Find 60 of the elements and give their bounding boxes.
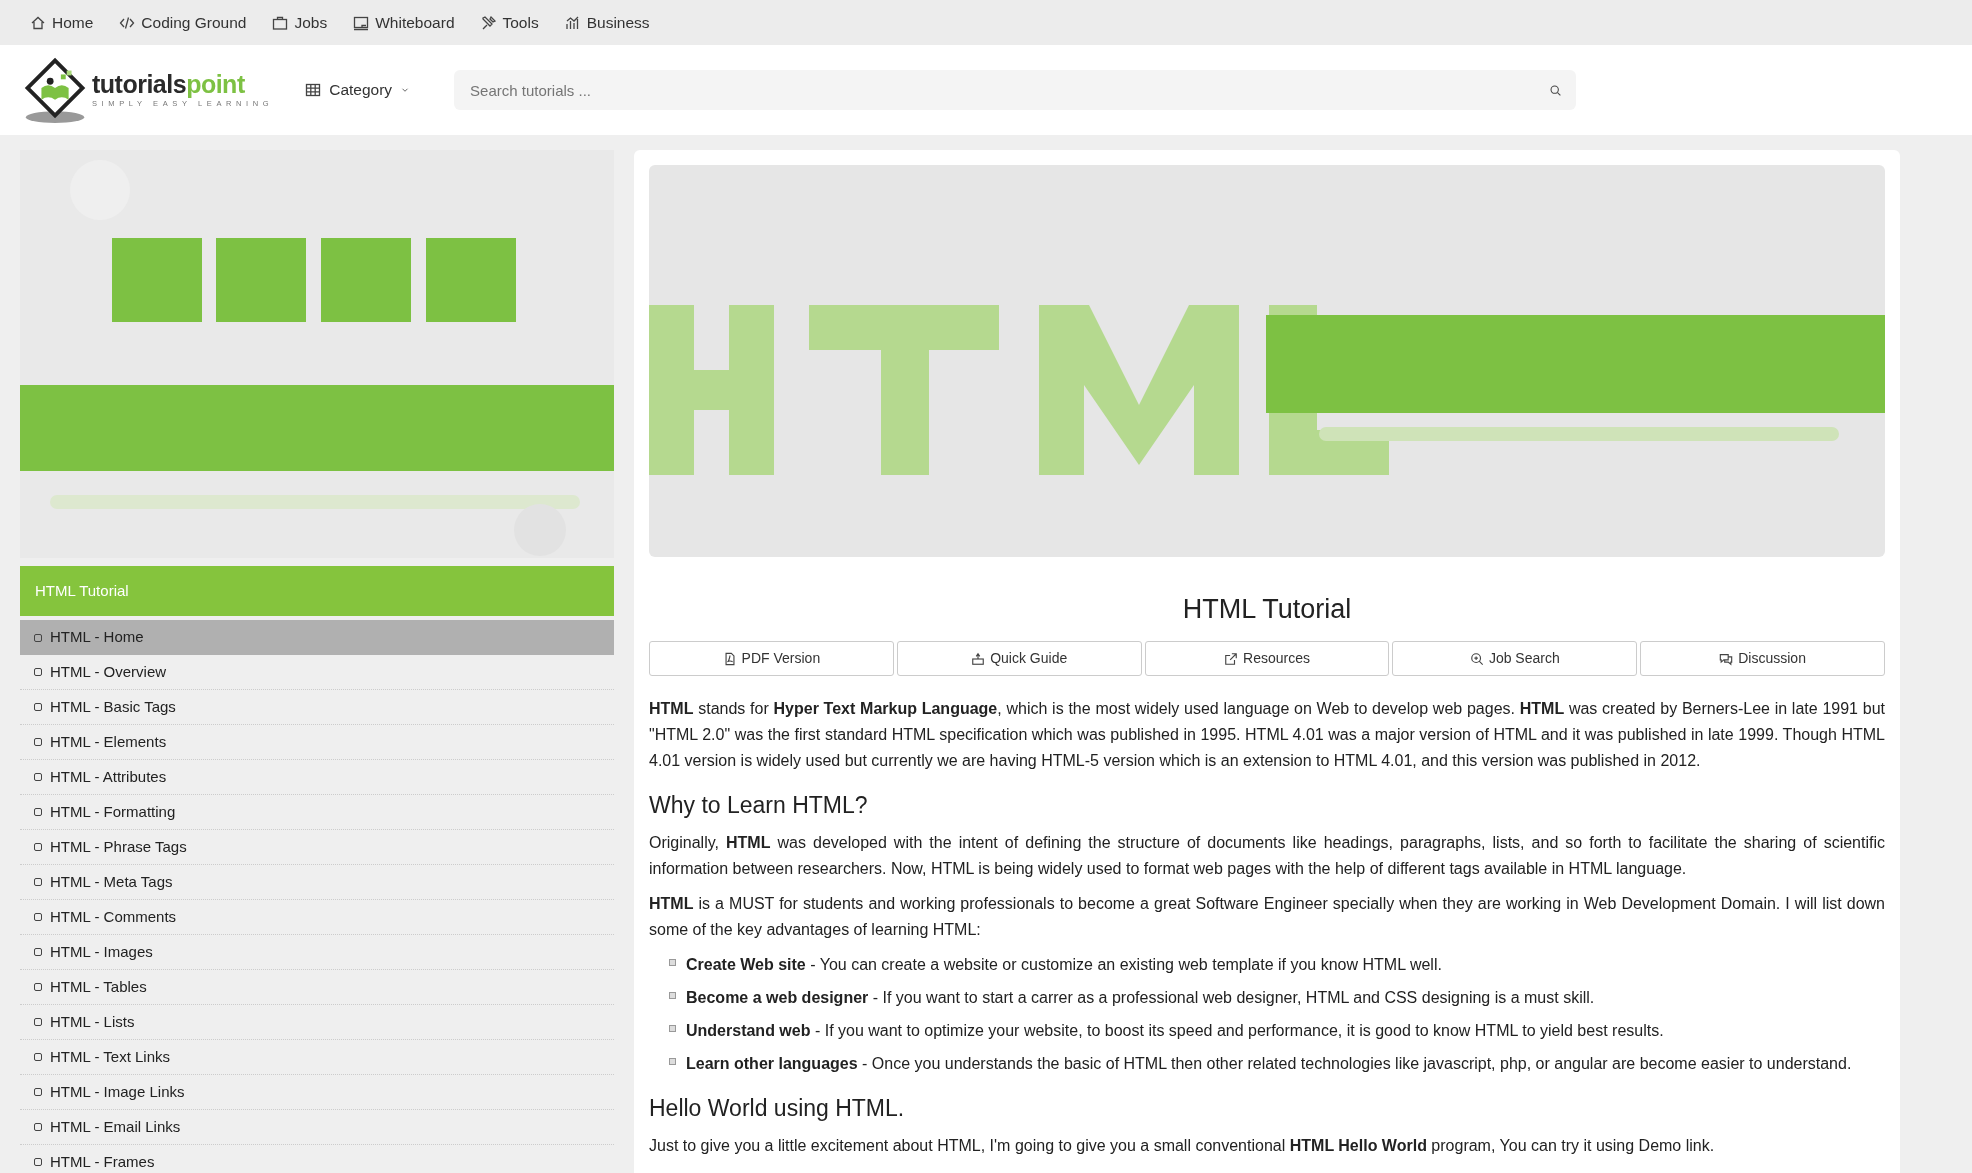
nav-link[interactable]: Whiteboard xyxy=(353,10,455,35)
bullet-icon xyxy=(34,1088,42,1096)
document-icon xyxy=(722,651,737,666)
bullet-icon xyxy=(34,913,42,921)
external-link-icon xyxy=(1224,651,1239,666)
page-title: HTML Tutorial xyxy=(1181,593,1353,626)
bullet-icon xyxy=(34,738,42,746)
bullet-icon xyxy=(669,1058,676,1065)
list-item: Become a web designer - If you want to start a carrer as a professional web designer, HTML and CSS designing is a must skill. xyxy=(686,988,1595,1008)
bullet-icon xyxy=(34,1053,42,1061)
tool-button[interactable]: Quick Guide xyxy=(896,641,1142,677)
bullet-icon xyxy=(34,773,42,781)
nav-link[interactable]: Business xyxy=(564,10,650,35)
sidebar-title: HTML Tutorial xyxy=(20,566,614,616)
tool-button[interactable]: Resources xyxy=(1144,641,1390,677)
tool-button[interactable]: Job Search xyxy=(1392,641,1638,677)
bullet-icon xyxy=(34,878,42,886)
chart-icon xyxy=(564,14,581,31)
bullet-icon xyxy=(34,703,42,711)
bullet-icon xyxy=(34,1123,42,1131)
search-icon xyxy=(1549,84,1563,97)
bullet-icon xyxy=(669,959,676,966)
sidebar-item[interactable]: HTML - Home xyxy=(20,620,614,655)
paragraph: HTML stands for Hyper Text Markup Language, which is the most widely used language on Web to develop web pages. HTML was created by Berners-Lee in late 1991 but "HTML 2.0" was the first standard HTML specification which was published in 1995. HTML 4.01 was a major version of HTML and it was published in late 1999. Though HTML 4.01 version is widely used but currently we are having HTML-5 version which is an extension to HTML 4.01, and this version was published in 2012. xyxy=(649,699,1885,772)
bullet-icon xyxy=(34,948,42,956)
paragraph: HTML is a MUST for students and working professionals to become a great Software Engineer specially when they are working in Web Development Domain. I will list down some of the key advantages of learning HTML: xyxy=(649,894,1885,940)
code-icon xyxy=(119,14,136,31)
bullet-icon xyxy=(34,843,42,851)
nav-link[interactable]: Home xyxy=(30,10,94,35)
bullet-icon xyxy=(34,633,42,642)
list-item: Understand web - If you want to optimize your website, to boost its speed and performance, it is good to know HTML to yield best results. xyxy=(686,1021,1664,1041)
chat-icon xyxy=(1719,651,1734,666)
grid-icon xyxy=(305,82,322,98)
logo-text: tutorials xyxy=(92,70,187,99)
bullet-icon xyxy=(34,808,42,816)
nav-link[interactable]: Coding Ground xyxy=(119,10,247,35)
bullet-icon xyxy=(34,1158,42,1166)
nav-link[interactable]: Jobs xyxy=(272,10,328,35)
bullet-icon xyxy=(34,983,42,991)
category-menu[interactable]: Category xyxy=(299,77,417,103)
board-icon xyxy=(353,14,370,31)
house-icon xyxy=(30,14,46,31)
bullet-icon xyxy=(669,992,676,999)
paragraph: Just to give you a little excitement about HTML, I'm going to give you a small conventional HTML Hello World program, You can try it using Demo link. xyxy=(649,1135,1716,1156)
zoom-icon xyxy=(1469,651,1484,666)
tools-icon xyxy=(480,14,497,31)
section-heading: Why to Learn HTML? xyxy=(649,792,869,820)
paragraph: Originally, HTML was developed with the intent of defining the structure of documents like headings, paragraphs, lists, and so forth to facilitate the sharing of scientific information between researchers. Now, HTML is being widely used to format web pages with the help of different tags available in HTML language. xyxy=(649,833,1885,879)
list-item: Learn other languages - Once you understands the basic of HTML then other related technologies like javascript, php, or angular are become easier to understand. xyxy=(686,1054,1852,1074)
tool-button[interactable]: PDF Version xyxy=(649,641,894,677)
list-item: Create Web site - You can create a website or customize an existing web template if you know HTML well. xyxy=(686,955,1442,975)
tool-button[interactable]: Discussion xyxy=(1640,641,1885,677)
bullet-icon xyxy=(34,1018,42,1026)
logo-text: point xyxy=(186,70,245,99)
bullet-icon xyxy=(34,668,42,676)
search-field[interactable]: Search tutorials ... xyxy=(454,70,1577,110)
briefcase-icon xyxy=(272,14,289,31)
bullet-icon xyxy=(669,1025,676,1032)
section-heading: Hello World using HTML. xyxy=(649,1095,906,1123)
nav-link[interactable]: Tools xyxy=(480,10,539,35)
